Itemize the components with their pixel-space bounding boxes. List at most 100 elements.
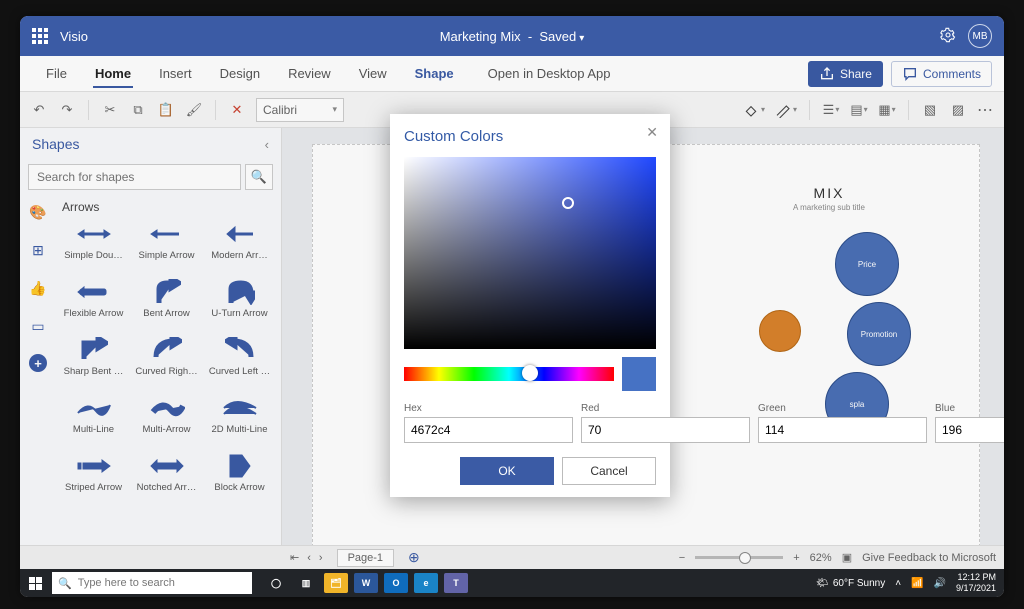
search-icon[interactable]: 🔍	[245, 164, 273, 190]
shape-item[interactable]: Modern Arr…	[204, 220, 275, 276]
weather-widget[interactable]: 🌤 60°F Sunny	[816, 578, 885, 589]
fill-color-button[interactable]: ▾	[743, 102, 765, 118]
feedback-link[interactable]: Give Feedback to Microsoft	[862, 552, 996, 564]
open-in-desktop-link[interactable]: Open in Desktop App	[488, 66, 611, 81]
titlebar: Visio Marketing Mix - Saved▾ MB	[20, 16, 1004, 56]
shape-item[interactable]: Multi-Arrow	[131, 394, 202, 450]
stencil-shapes-icon[interactable]: ▭	[28, 316, 48, 336]
prev-page-icon[interactable]: ‹	[307, 552, 311, 564]
cancel-button[interactable]: Cancel	[562, 457, 656, 485]
shape-search-input[interactable]	[28, 164, 241, 190]
delete-icon[interactable]: ✕	[228, 101, 246, 119]
red-input[interactable]	[581, 417, 750, 443]
color-swatch	[622, 357, 656, 391]
shape-item[interactable]: Bent Arrow	[131, 278, 202, 334]
custom-colors-dialog: ✕ Custom Colors Hex Red Green Blue OK Ca…	[390, 114, 670, 497]
close-icon[interactable]: ✕	[646, 124, 658, 141]
shape-item[interactable]: U-Turn Arrow	[204, 278, 275, 334]
diagram-subtitle: A marketing sub title	[759, 203, 899, 212]
more-icon[interactable]: ⋯	[977, 100, 994, 120]
shape-item[interactable]: Block Arrow	[204, 452, 275, 508]
taskbar-search[interactable]: 🔍 Type here to search	[52, 572, 252, 594]
hex-input[interactable]	[404, 417, 573, 443]
saturation-picker[interactable]	[404, 157, 656, 349]
tab-design[interactable]: Design	[206, 56, 274, 92]
start-button[interactable]	[20, 577, 50, 590]
edge-icon[interactable]: e	[414, 573, 438, 593]
diagram-node[interactable]: Price	[835, 232, 899, 296]
shape-item[interactable]: Simple Arrow	[131, 220, 202, 276]
stencil-palette-icon[interactable]: 🎨	[28, 202, 48, 222]
first-page-icon[interactable]: ⇤	[290, 551, 299, 564]
wifi-icon[interactable]: 📶	[911, 578, 923, 589]
diagram-node[interactable]: Promotion	[847, 302, 911, 366]
cortana-icon[interactable]: ◯	[264, 573, 288, 593]
stencil-basic-icon[interactable]: ⊞	[28, 240, 48, 260]
hue-thumb[interactable]	[522, 365, 538, 381]
collapse-panel-icon[interactable]: ‹	[265, 137, 269, 152]
shape-category: Arrows	[58, 198, 275, 220]
zoom-out-icon[interactable]: −	[679, 552, 685, 564]
saturation-cursor[interactable]	[562, 197, 574, 209]
add-stencil-button[interactable]: +	[29, 354, 47, 372]
tab-insert[interactable]: Insert	[145, 56, 206, 92]
shapes-panel-title: Shapes	[32, 136, 79, 152]
diagram-center-node[interactable]	[759, 310, 801, 352]
shape-item[interactable]: 2D Multi-Line	[204, 394, 275, 450]
align-button[interactable]: ☰▾	[822, 101, 840, 119]
shape-item[interactable]: Notched Arr…	[131, 452, 202, 508]
shape-item[interactable]: Flexible Arrow	[58, 278, 129, 334]
comments-button[interactable]: Comments	[891, 61, 992, 87]
tab-file[interactable]: File	[32, 56, 81, 92]
bring-front-icon[interactable]: ▧	[921, 101, 939, 119]
shape-item[interactable]: Curved Righ…	[131, 336, 202, 392]
redo-icon[interactable]: ↷	[58, 101, 76, 119]
app-launcher-icon[interactable]	[32, 28, 48, 44]
shape-item[interactable]: Striped Arrow	[58, 452, 129, 508]
format-painter-icon[interactable]: 🖌	[185, 101, 203, 119]
green-input[interactable]	[758, 417, 927, 443]
document-title[interactable]: Marketing Mix - Saved▾	[20, 29, 1004, 44]
share-button[interactable]: Share	[808, 61, 883, 87]
ok-button[interactable]: OK	[460, 457, 554, 485]
cut-icon[interactable]: ✂	[101, 101, 119, 119]
explorer-icon[interactable]: 🗂	[324, 573, 348, 593]
clock[interactable]: 12:12 PM9/17/2021	[956, 572, 996, 594]
page-tab[interactable]: Page-1	[337, 549, 394, 567]
avatar[interactable]: MB	[968, 24, 992, 48]
blue-input[interactable]	[935, 417, 1004, 443]
add-page-button[interactable]: ⊕	[408, 549, 420, 566]
chevron-up-icon[interactable]: ˄	[895, 578, 901, 589]
send-back-icon[interactable]: ▨	[949, 101, 967, 119]
gear-icon[interactable]	[940, 27, 956, 46]
zoom-slider[interactable]	[695, 556, 783, 559]
tab-view[interactable]: View	[345, 56, 401, 92]
tab-home[interactable]: Home	[81, 56, 145, 92]
volume-icon[interactable]: 🔊	[934, 578, 946, 589]
teams-icon[interactable]: T	[444, 573, 468, 593]
shape-item[interactable]: Multi-Line	[58, 394, 129, 450]
next-page-icon[interactable]: ›	[319, 552, 323, 564]
shapes-panel: Shapes ‹ 🔍 🎨 ⊞ 👍 ▭ + Arrows Simple Dou…Si…	[20, 128, 282, 569]
outlook-icon[interactable]: O	[384, 573, 408, 593]
word-icon[interactable]: W	[354, 573, 378, 593]
paste-icon[interactable]: 📋	[157, 101, 175, 119]
shape-item[interactable]: Simple Dou…	[58, 220, 129, 276]
group-button[interactable]: ▦▾	[878, 101, 896, 119]
undo-icon[interactable]: ↶	[30, 101, 48, 119]
line-color-button[interactable]: ▾	[775, 102, 797, 118]
tab-shape[interactable]: Shape	[401, 56, 468, 92]
shape-item[interactable]: Curved Left …	[204, 336, 275, 392]
arrange-button[interactable]: ▤▾	[850, 101, 868, 119]
ribbon-tabs: File Home Insert Design Review View Shap…	[20, 56, 1004, 92]
copy-icon[interactable]: ⧉	[129, 101, 147, 119]
task-view-icon[interactable]: ▥	[294, 573, 318, 593]
font-family-combo[interactable]: Calibri	[256, 98, 344, 122]
stencil-thumbs-icon[interactable]: 👍	[28, 278, 48, 298]
zoom-in-icon[interactable]: +	[793, 552, 799, 564]
fit-page-icon[interactable]: ▣	[842, 551, 852, 564]
zoom-level[interactable]: 62%	[810, 552, 832, 564]
shape-item[interactable]: Sharp Bent …	[58, 336, 129, 392]
tab-review[interactable]: Review	[274, 56, 345, 92]
hue-slider[interactable]	[404, 367, 614, 381]
